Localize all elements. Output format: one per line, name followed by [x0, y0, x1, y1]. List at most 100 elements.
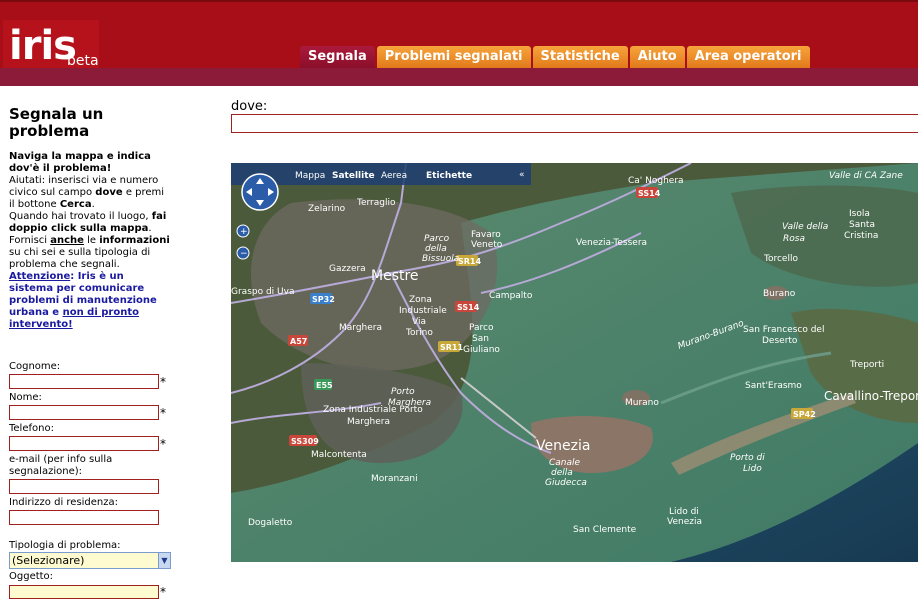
header: iris beta Segnala Problemi segnalati Sta… [0, 0, 918, 86]
email-label: e-mail (per info sulla segnalazione): [9, 454, 113, 477]
cognome-label: Cognome: [9, 361, 61, 372]
help-text-underline: anche [50, 235, 84, 246]
map-label-venezia: Venezia [536, 438, 590, 454]
map-label-parco-bissuola: Parco [424, 234, 450, 244]
tipologia-select[interactable]: (Selezionare) ▼ [9, 552, 171, 569]
road-badge: SR14 [456, 255, 481, 266]
telefono-input[interactable] [9, 436, 159, 451]
road-badge: SP32 [310, 293, 335, 304]
road-badge-label: SR11 [440, 343, 463, 352]
attention-label[interactable]: Attenzione [9, 271, 70, 282]
oggetto-input[interactable] [9, 584, 159, 599]
map-type-aerea[interactable]: Aerea [381, 171, 407, 181]
tab-aiuto[interactable]: Aiuto [629, 46, 685, 68]
map[interactable]: Mappa Satellite Aerea Etichette « + − SS… [231, 163, 918, 562]
map-label-campalto: Campalto [489, 291, 533, 301]
zoom-in-icon[interactable]: + [236, 224, 250, 238]
logo-text: iris [9, 23, 77, 69]
cognome-input[interactable] [9, 374, 159, 389]
map-label-erasmo: Sant'Erasmo [745, 381, 802, 391]
help-text-part: Quando hai trovato il luogo, [9, 211, 152, 222]
road-badge: E55 [314, 379, 333, 390]
pan-control-icon[interactable] [241, 173, 279, 211]
zoom-out-glyph: − [240, 249, 248, 259]
map-label-marghera: Marghera [339, 323, 382, 333]
nome-input[interactable] [9, 405, 159, 420]
logo-beta-tag: beta [67, 53, 99, 69]
map-label-via: Via [412, 317, 426, 327]
road-badge-label: SS14 [457, 303, 480, 312]
map-labels-toggle[interactable]: Etichette [426, 171, 472, 181]
map-type-satellite[interactable]: Satellite [332, 171, 375, 181]
map-toolbar: Mappa Satellite Aerea Etichette « [231, 163, 531, 185]
road-badge-label: SP42 [793, 410, 816, 419]
required-mark: * [160, 374, 166, 389]
map-label-porto-lido: Porto di [730, 453, 765, 463]
map-type-mappa[interactable]: Mappa [295, 171, 325, 181]
email-input[interactable] [9, 479, 159, 494]
map-label-bissuola2: Bissuola [422, 254, 459, 264]
map-label-cristina: Cristina [844, 231, 878, 241]
map-label-malcontenta: Malcontenta [311, 450, 367, 460]
map-label-porto-marghera: Porto [391, 387, 415, 397]
road-badge-label: SP32 [312, 295, 335, 304]
map-label-marghera2: Marghera [347, 417, 390, 427]
help-text-part: le [83, 235, 100, 246]
map-label-veneto: Veneto [471, 240, 503, 250]
map-canvas[interactable]: Mappa Satellite Aerea Etichette « + − SS… [231, 163, 918, 562]
map-label-san-clemente: San Clemente [573, 525, 637, 535]
help-text: Aiutati: inserisci via e numero civico s… [9, 175, 171, 211]
help-text: Fornisci anche le informazioni su chi se… [9, 235, 171, 271]
road-badge: SR11 [438, 341, 463, 352]
collapse-icon[interactable]: « [519, 170, 525, 180]
telefono-label: Telefono: [9, 423, 54, 434]
indirizzo-input[interactable] [9, 510, 159, 525]
required-mark: * [160, 405, 166, 420]
map-label-dogaletto: Dogaletto [248, 518, 293, 528]
attention-notice: Attenzione: Iris è un sistema per comuni… [9, 271, 171, 331]
map-label-porto-marghera2: Marghera [388, 398, 431, 408]
map-label-giuliano: Giuliano [463, 345, 500, 355]
map-label-san-francesco: San Francesco del [743, 325, 824, 335]
instructions: Naviga la mappa e indica dov'è il proble… [9, 151, 171, 331]
intro-text: Naviga la mappa e indica dov'è il proble… [9, 151, 151, 174]
chevron-down-icon[interactable]: ▼ [158, 553, 170, 568]
map-label-valle-rosa2: Rosa [783, 234, 805, 244]
tab-problemi-segnalati[interactable]: Problemi segnalati [376, 46, 531, 68]
map-label-cavallino: Cavallino-Treporti [824, 389, 918, 403]
map-label-porto-lido2: Lido [743, 464, 762, 474]
main-nav: Segnala Problemi segnalati Statistiche A… [300, 46, 810, 68]
road-badge: SS309 [289, 435, 319, 446]
map-label-santa: Santa [849, 220, 875, 230]
zoom-out-icon[interactable]: − [236, 246, 250, 260]
report-form: Cognome: * Nome: * Telefono: * e-mail (p… [9, 361, 171, 600]
map-label-favaro: Favaro [471, 230, 501, 240]
tab-area-operatori[interactable]: Area operatori [686, 46, 810, 68]
nome-label: Nome: [9, 392, 42, 403]
road-badge-label: SS309 [291, 437, 319, 446]
map-label-torino: Torino [405, 328, 433, 338]
map-label-lido2: Venezia [667, 517, 702, 527]
road-badge: SS14 [455, 301, 480, 312]
tab-statistiche[interactable]: Statistiche [532, 46, 628, 68]
map-label-murano: Murano [625, 398, 659, 408]
tipologia-label: Tipologia di problema: [9, 540, 121, 551]
map-label-terraglio: Terraglio [356, 198, 396, 208]
map-label-tessera: Venezia-Tessera [576, 238, 647, 248]
help-text-part: . [148, 223, 152, 234]
map-label-zona-ind: Zona [409, 295, 432, 305]
tab-segnala[interactable]: Segnala [300, 46, 375, 68]
map-label-mestre: Mestre [371, 268, 419, 284]
oggetto-label: Oggetto: [9, 571, 54, 582]
page-title: Segnala un problema [9, 105, 104, 140]
road-badge-label: E55 [316, 381, 333, 390]
dove-label: dove: [231, 99, 268, 114]
map-label-canale: Canale [549, 458, 581, 468]
dove-input[interactable] [231, 114, 918, 133]
map-label-bissuola: della [425, 244, 447, 254]
help-text: Quando hai trovato il luogo, fai doppio … [9, 211, 171, 235]
map-label-treporti: Treporti [849, 360, 884, 370]
zoom-in-glyph: + [240, 227, 248, 237]
map-label-lido: Lido di [669, 507, 699, 517]
sidebar: Segnala un problema Naviga la mappa e in… [0, 84, 180, 599]
